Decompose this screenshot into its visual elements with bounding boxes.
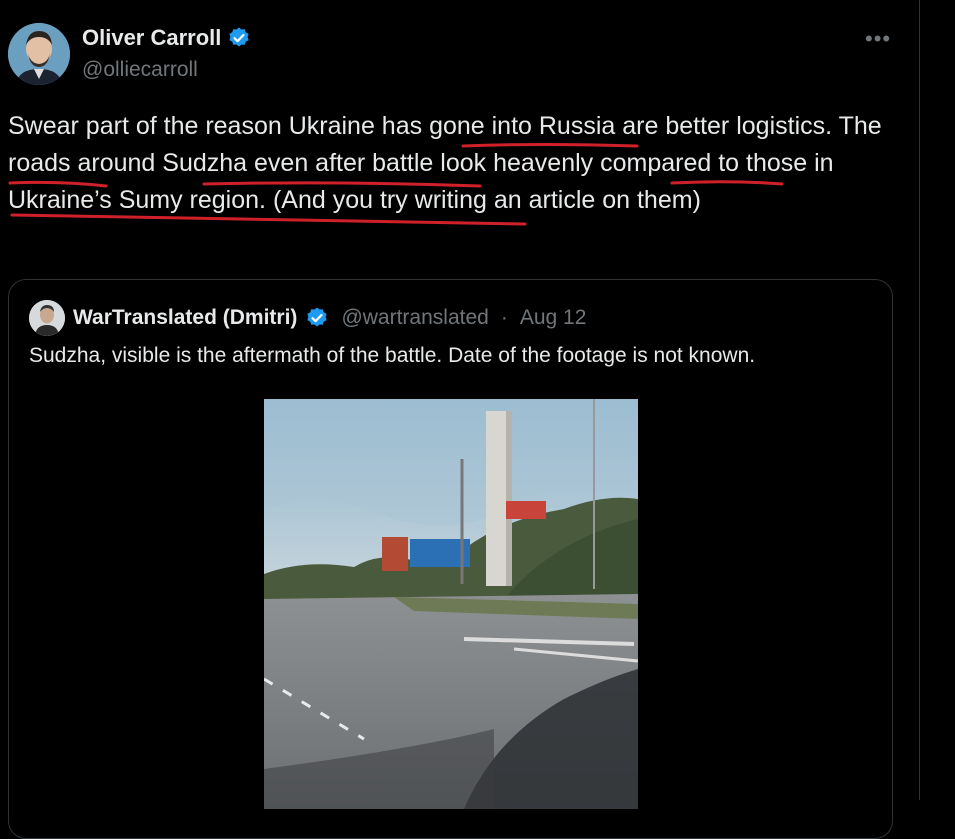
author-name[interactable]: Oliver Carroll (82, 25, 251, 51)
quoted-tweet-header: WarTranslated (Dmitri) @wartranslated · … (29, 300, 586, 336)
tweet-text-part: Swear part of the reason Ukraine has (8, 112, 430, 140)
quoted-author-name[interactable]: WarTranslated (Dmitri) (73, 306, 297, 330)
more-options-icon[interactable]: ••• (865, 26, 891, 52)
verified-badge-icon (229, 27, 249, 47)
quoted-tweet-date[interactable]: Aug 12 (520, 306, 587, 330)
column-divider (919, 0, 920, 800)
author-name-text[interactable]: Oliver Carroll (82, 25, 221, 51)
meta-separator: · (500, 306, 508, 329)
tweet-text-part: . (And you try writing an article on the… (259, 186, 701, 214)
quoted-tweet-video[interactable] (264, 399, 638, 809)
tweet-text-part: . The (825, 112, 882, 140)
video-frame-sudzha-entrance (264, 399, 638, 809)
tweet-text: Swear part of the reason Ukraine has gon… (8, 108, 888, 219)
quoted-tweet-card[interactable]: WarTranslated (Dmitri) @wartranslated · … (8, 279, 893, 839)
tweet-text-part: logistics (736, 112, 826, 140)
tweet-text-part: roads around Sudzha even (8, 149, 309, 177)
quoted-author-handle[interactable]: @wartranslated (341, 306, 488, 330)
tweet-text-part: are better (615, 112, 737, 140)
quoted-author-avatar[interactable] (29, 300, 65, 336)
tweet-text-part: gone into Russia (429, 112, 616, 140)
quoted-tweet-text: Sudzha, visible is the aftermath of the … (29, 344, 756, 367)
author-handle[interactable]: @olliecarroll (82, 58, 198, 82)
tweet-text-part: after battle (308, 149, 441, 177)
verified-badge-icon (307, 307, 328, 327)
author-avatar[interactable] (8, 23, 70, 85)
tweet-text-part: look heavenly (440, 149, 594, 177)
